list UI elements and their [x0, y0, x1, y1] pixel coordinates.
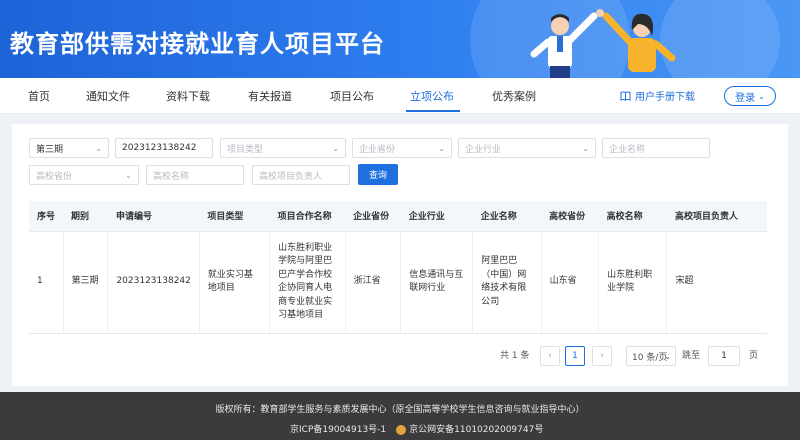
school-name-input[interactable]: 高校名称: [146, 165, 244, 185]
apply-no-input[interactable]: 2023123138242: [115, 138, 213, 158]
company-industry-select[interactable]: 企业行业 ⌄: [458, 138, 596, 158]
police-badge-icon: [396, 424, 407, 435]
school-lead-input[interactable]: 高校项目负责人: [252, 165, 350, 185]
school-province-select[interactable]: 高校省份 ⌄: [29, 165, 139, 185]
cell-company-province: 浙江省: [345, 231, 402, 334]
goto-label: 跳至: [682, 351, 701, 361]
user-manual-link[interactable]: 用户手册下载: [620, 88, 695, 103]
cell-period: 第三期: [63, 231, 109, 334]
page-suffix: 页: [749, 351, 759, 361]
active-tab-indicator: [406, 110, 460, 112]
column-header: 申请编号: [107, 201, 200, 232]
page-size-select[interactable]: 10 条/页 ⌄: [626, 346, 676, 366]
cell-school-province: 山东省: [541, 231, 600, 334]
footer: 版权所有：教育部学生服务与素质发展中心（原全国高等学校学生信息咨询与就业指导中心…: [0, 392, 800, 440]
company-name-input[interactable]: 企业名称: [602, 138, 710, 158]
cell-company-industry: 信息通讯与互联网行业: [400, 231, 474, 334]
nav-item-project-announce[interactable]: 项目公布: [330, 88, 374, 104]
table-row: 1 第三期 2023123138242 就业实习基地项目 山东胜利职业学院与阿里…: [29, 231, 767, 334]
user-manual-label: 用户手册下载: [635, 92, 695, 103]
login-label: 登录: [735, 92, 756, 104]
nav-item-home[interactable]: 首页: [28, 88, 50, 104]
company-industry-placeholder: 企业行业: [465, 144, 502, 155]
column-header: 高校名称: [598, 201, 667, 232]
cell-school-name: 山东胜利职业学院: [598, 231, 668, 334]
column-header: 企业省份: [345, 201, 401, 232]
table-header-row: 序号 期别 申请编号 项目类型 项目合作名称 企业省份 企业行业 企业名称 高校…: [29, 201, 767, 232]
results-table: 序号 期别 申请编号 项目类型 项目合作名称 企业省份 企业行业 企业名称 高校…: [29, 201, 767, 334]
nav-item-approval-announce[interactable]: 立项公布: [410, 88, 454, 104]
apply-no-value: 2023123138242: [122, 143, 197, 153]
results-card: 第三期 ⌄ 2023123138242 项目类型 ⌄ 企业省份 ⌄ 企业行业 ⌄…: [12, 124, 788, 386]
column-header: 项目合作名称: [269, 201, 346, 232]
cell-project-type: 就业实习基地项目: [199, 231, 271, 334]
police-record-label: 京公网安备11010202009747号: [409, 425, 544, 435]
chevron-down-icon: ⌄: [582, 144, 589, 153]
column-header: 企业行业: [400, 201, 473, 232]
footer-records: 京ICP备19004913号-1 京公网安备11010202009747号: [290, 422, 543, 435]
high-five-illustration: [530, 9, 676, 78]
chevron-down-icon: ⌄: [438, 144, 445, 153]
nav-item-reports[interactable]: 有关报道: [248, 88, 292, 104]
chevron-down-icon: ⌄: [125, 171, 132, 180]
main-nav: 首页 通知文件 资料下载 有关报道 项目公布 立项公布 优秀案例 用户手册下载 …: [0, 78, 800, 114]
goto-page-input[interactable]: 1: [708, 346, 740, 366]
nav-item-downloads[interactable]: 资料下载: [166, 88, 210, 104]
company-name-placeholder: 企业名称: [609, 144, 646, 155]
cell-apply-no: 2023123138242: [107, 231, 200, 334]
nav-item-cases[interactable]: 优秀案例: [492, 88, 536, 104]
column-header: 期别: [63, 201, 108, 232]
total-count: 共 1 条: [500, 351, 530, 361]
period-select[interactable]: 第三期 ⌄: [29, 138, 109, 158]
chevron-down-icon: ⌄: [664, 351, 671, 361]
next-page-button[interactable]: ›: [592, 346, 612, 366]
school-lead-placeholder: 高校项目负责人: [259, 171, 323, 182]
cell-company-name: 阿里巴巴（中国）网络技术有限公司: [472, 231, 542, 334]
column-header: 企业名称: [472, 201, 542, 232]
chevron-left-icon: ‹: [548, 351, 552, 361]
header-banner: 教育部供需对接就业育人项目平台: [0, 0, 800, 78]
project-type-select[interactable]: 项目类型 ⌄: [220, 138, 346, 158]
prev-page-button[interactable]: ‹: [540, 346, 560, 366]
project-type-placeholder: 项目类型: [227, 144, 264, 155]
page-size-value: 10 条/页: [632, 352, 668, 363]
cell-index: 1: [29, 231, 64, 334]
company-province-placeholder: 企业省份: [359, 144, 396, 155]
police-record[interactable]: 京公网安备11010202009747号: [396, 422, 543, 435]
login-button[interactable]: 登录 ⌄: [724, 86, 776, 106]
query-button[interactable]: 查询: [358, 164, 398, 185]
chevron-down-icon: ⌄: [95, 144, 102, 153]
column-header: 高校省份: [541, 201, 599, 232]
cell-school-lead: 宋超: [666, 231, 767, 334]
company-province-select[interactable]: 企业省份 ⌄: [352, 138, 452, 158]
chevron-down-icon: ⌄: [758, 91, 765, 101]
school-name-placeholder: 高校名称: [153, 171, 190, 182]
column-header: 序号: [29, 201, 64, 232]
school-province-placeholder: 高校省份: [36, 171, 73, 182]
nav-item-notices[interactable]: 通知文件: [86, 88, 130, 104]
copyright-text: 版权所有：教育部学生服务与素质发展中心（原全国高等学校学生信息咨询与就业指导中心…: [215, 405, 585, 415]
period-value: 第三期: [36, 144, 64, 155]
cell-project-name: 山东胜利职业学院与阿里巴巴产学合作校企协同育人电商专业就业实习基地项目: [269, 231, 346, 334]
page-number-current[interactable]: 1: [565, 346, 585, 366]
book-icon: [620, 91, 631, 101]
chevron-down-icon: ⌄: [332, 144, 339, 153]
chevron-right-icon: ›: [600, 351, 604, 361]
icp-link[interactable]: 京ICP备19004913号-1: [290, 422, 386, 435]
column-header: 项目类型: [199, 201, 270, 232]
site-title: 教育部供需对接就业育人项目平台: [10, 30, 385, 58]
column-header: 高校项目负责人: [666, 201, 767, 232]
